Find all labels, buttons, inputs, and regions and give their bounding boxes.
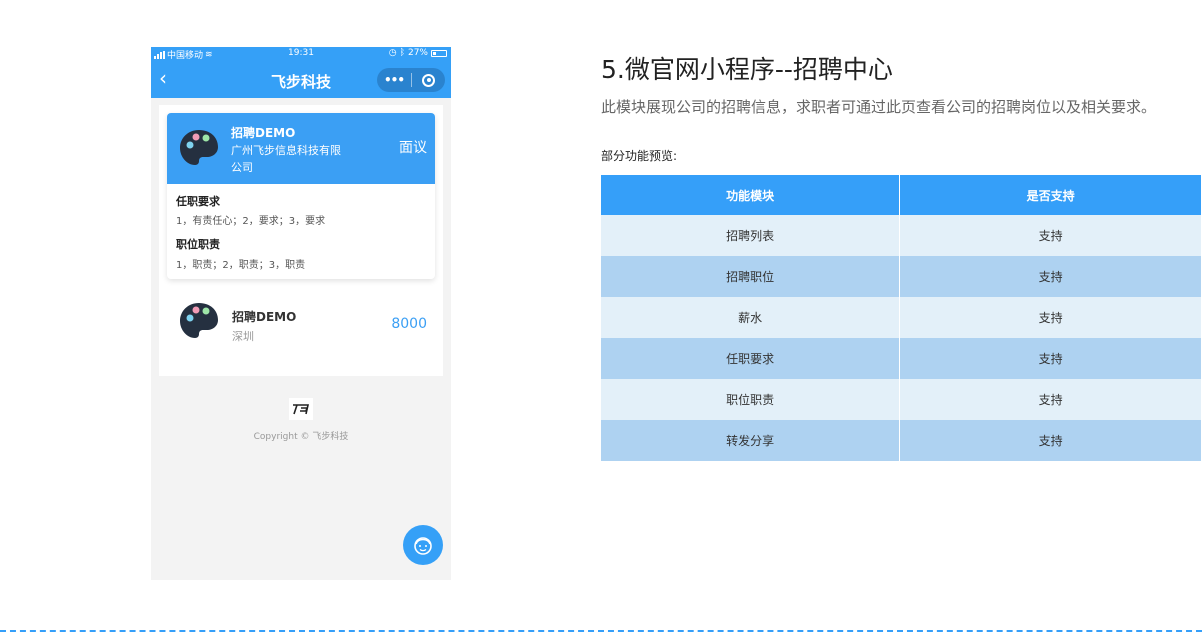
company-logo-icon <box>289 398 313 420</box>
job-title: 招聘DEMO <box>231 126 296 140</box>
job-company: 广州飞步信息科技有限公司 <box>231 144 341 174</box>
job-salary: 8000 <box>391 316 427 332</box>
bluetooth-icon: ᛒ <box>399 48 405 58</box>
menu-capsule: ••• <box>377 68 445 92</box>
table-cell: 任职要求 <box>601 338 901 379</box>
battery-percent: 27% <box>407 48 428 58</box>
job-title: 招聘DEMO <box>232 310 297 324</box>
nav-bar: ‹ 飞步科技 ••• <box>151 61 451 98</box>
customer-service-icon[interactable] <box>403 525 443 565</box>
table-row: 任职要求 支持 <box>601 338 1202 379</box>
table-cell: 薪水 <box>601 297 901 338</box>
table-row: 招聘列表 支持 <box>601 215 1202 256</box>
section-title: 5.微官网小程序--招聘中心 <box>601 55 893 84</box>
palette-icon <box>180 303 218 338</box>
requirements-text: 1，有责任心；2，要求；3，要求 <box>176 216 326 227</box>
table-cell: 招聘列表 <box>601 215 901 256</box>
table-cell: 支持 <box>899 256 1202 297</box>
feature-table: 功能模块 是否支持 招聘列表 支持 招聘职位 支持 薪水 支持 任职要求 支持 … <box>601 175 1202 461</box>
table-cell: 招聘职位 <box>601 256 901 297</box>
alarm-icon: ◷ <box>388 48 397 58</box>
table-row: 招聘职位 支持 <box>601 256 1202 297</box>
phone-screenshot: 中国移动 ≋ 19:31 ◷ ᛒ 27% ‹ 飞步科技 ••• 招聘DEMO 广… <box>151 47 451 580</box>
preview-label: 部分功能预览: <box>601 149 678 163</box>
job-list: 招聘DEMO 广州飞步信息科技有限公司 面议 任职要求 1，有责任心；2，要求；… <box>159 105 443 376</box>
job-card[interactable]: 招聘DEMO 深圳 8000 <box>159 295 443 375</box>
section-divider <box>0 630 1202 632</box>
job-location: 深圳 <box>232 330 254 343</box>
duties-heading: 职位职责 <box>176 238 220 251</box>
more-dots-icon[interactable]: ••• <box>377 73 411 87</box>
copyright-text: Copyright © 飞步科技 <box>253 432 349 442</box>
table-cell: 职位职责 <box>601 379 901 420</box>
palette-icon <box>180 130 218 165</box>
target-icon[interactable] <box>412 73 445 87</box>
job-card-expanded[interactable]: 招聘DEMO 广州飞步信息科技有限公司 面议 任职要求 1，有责任心；2，要求；… <box>167 113 435 279</box>
table-row: 转发分享 支持 <box>601 420 1202 461</box>
table-cell: 支持 <box>899 215 1202 256</box>
column-header: 是否支持 <box>899 175 1202 215</box>
status-bar: 中国移动 ≋ 19:31 ◷ ᛒ 27% <box>151 47 451 61</box>
table-row: 薪水 支持 <box>601 297 1202 338</box>
requirements-heading: 任职要求 <box>176 195 220 208</box>
table-cell: 支持 <box>899 338 1202 379</box>
table-cell: 转发分享 <box>601 420 901 461</box>
column-header: 功能模块 <box>601 175 901 215</box>
table-cell: 支持 <box>899 379 1202 420</box>
battery-icon <box>431 49 447 57</box>
section-description: 此模块展现公司的招聘信息，求职者可通过此页查看公司的招聘岗位以及相关要求。 <box>601 98 1157 116</box>
table-cell: 支持 <box>899 297 1202 338</box>
duties-text: 1，职责；2，职责；3，职责 <box>176 260 306 271</box>
job-card-header[interactable]: 招聘DEMO 广州飞步信息科技有限公司 面议 <box>167 113 435 184</box>
table-cell: 支持 <box>899 420 1202 461</box>
job-salary: 面议 <box>399 140 427 156</box>
table-header-row: 功能模块 是否支持 <box>601 175 1202 215</box>
table-row: 职位职责 支持 <box>601 379 1202 420</box>
